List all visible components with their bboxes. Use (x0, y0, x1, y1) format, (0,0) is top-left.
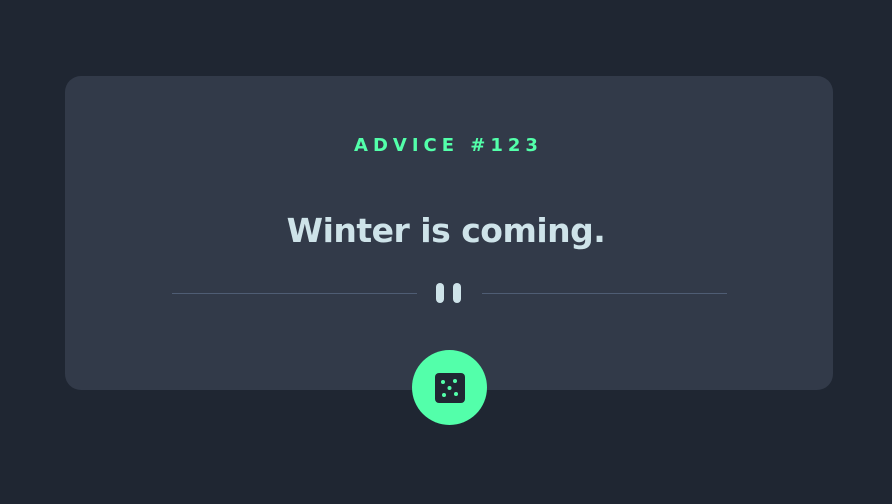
advice-quote: Winter is coming. (286, 211, 606, 250)
dice-icon (434, 372, 465, 403)
new-advice-button[interactable] (412, 350, 487, 425)
pause-divider-icon (436, 283, 463, 303)
divider-line-right (482, 293, 727, 294)
pattern-divider (172, 280, 727, 306)
divider-line-left (172, 293, 417, 294)
advice-number-label: ADVICE #123 (354, 135, 543, 156)
